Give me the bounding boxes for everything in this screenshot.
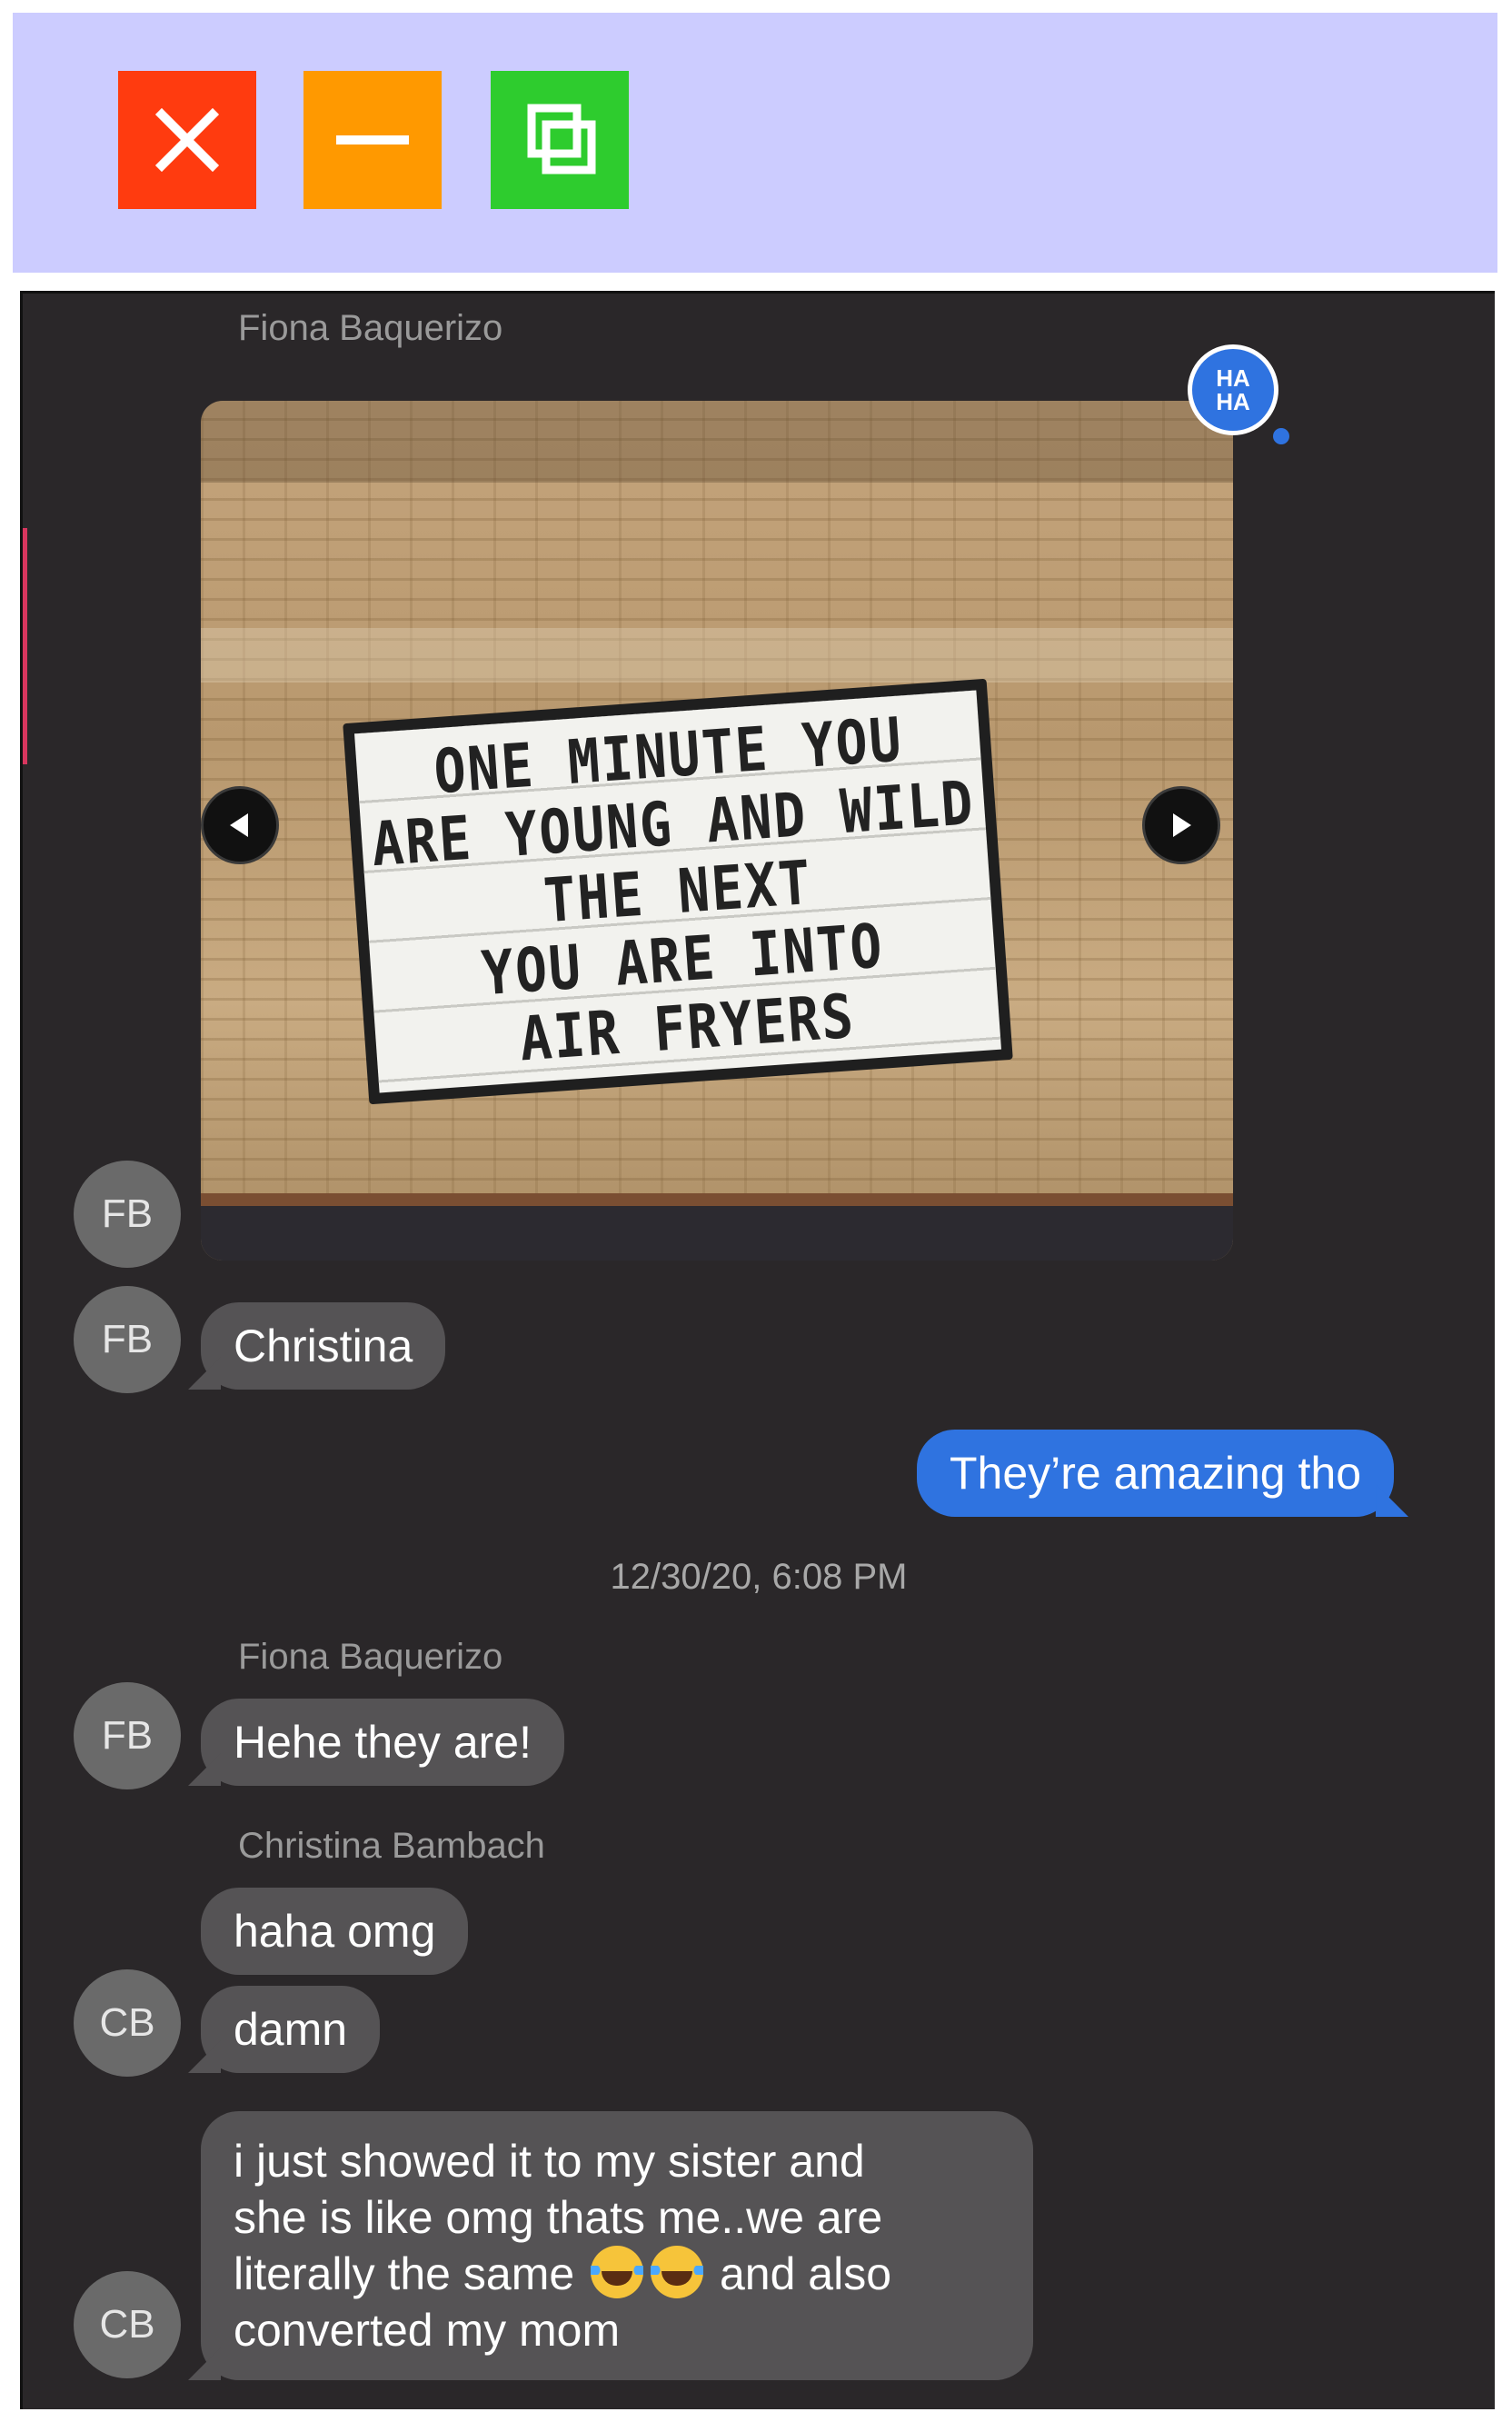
message-text: Hehe they are! [234,1717,532,1768]
message-bubble-outgoing[interactable]: They’re amazing tho [917,1430,1395,1517]
marquee-sign: ONE MINUTE YOU ARE YOUNG AND WILD THE NE… [343,678,1013,1105]
previous-photo-button[interactable] [201,786,279,864]
arrow-left-icon [230,813,248,837]
laughing-tears-emoji-icon [651,2246,704,2298]
message-bubble[interactable]: Hehe they are! [201,1699,564,1786]
close-button[interactable] [118,71,256,209]
arrow-right-icon [1173,813,1191,837]
storefront-awning [201,1193,1233,1261]
message-bubble[interactable]: haha omg [201,1888,469,1975]
maximize-button[interactable] [491,71,629,209]
photo-brick-band [201,401,1233,483]
window-titlebar [13,13,1497,273]
shared-photo[interactable]: ONE MINUTE YOU ARE YOUNG AND WILD THE NE… [201,401,1233,1261]
message-text-line: she is like omg thats me..we are [234,2192,883,2243]
marquee-sign-face: ONE MINUTE YOU ARE YOUNG AND WILD THE NE… [354,690,1001,1093]
laughing-tears-emoji-icon [591,2246,644,2298]
reaction-tail-dot [1273,428,1289,444]
message-bubble[interactable]: Christina [201,1302,446,1390]
scroll-edge-indicator [23,528,27,764]
avatar[interactable]: CB [74,2271,181,2378]
message-text-line: i just showed it to my sister and [234,2136,865,2187]
message-text: They’re amazing tho [950,1448,1362,1499]
message-bubble[interactable]: i just showed it to my sister and she is… [201,2111,1033,2380]
avatar[interactable]: FB [74,1161,181,1268]
chat-panel: Fiona Baquerizo ONE MINUTE YOU ARE YOUNG… [20,291,1495,2409]
timestamp: 12/30/20, 6:08 PM [610,1557,908,1597]
sender-name: Fiona Baquerizo [238,1637,503,1677]
reaction-text: HA [1216,364,1250,392]
message-text: Christina [234,1321,413,1371]
message-text: and also [719,2248,892,2299]
sender-name: Fiona Baquerizo [238,308,503,348]
avatar[interactable]: CB [74,1969,181,2077]
photo-brick-band [201,628,1233,683]
next-photo-button[interactable] [1142,786,1220,864]
message-text: haha omg [234,1906,436,1957]
message-bubble[interactable]: damn [201,1986,381,2073]
minimize-button[interactable] [303,71,442,209]
close-icon [154,107,220,173]
message-text-line: converted my mom [234,2305,621,2356]
minimize-icon [336,135,409,145]
message-text-line: literally the same and also [234,2246,1000,2302]
sender-name: Christina Bambach [238,1826,545,1866]
message-text: damn [234,2004,348,2055]
avatar[interactable]: FB [74,1682,181,1789]
maximize-icon [527,104,596,174]
message-text: literally the same [234,2248,575,2299]
haha-reaction-badge[interactable]: HA HA [1188,344,1278,435]
avatar[interactable]: FB [74,1286,181,1393]
reaction-text: HA [1216,388,1250,415]
